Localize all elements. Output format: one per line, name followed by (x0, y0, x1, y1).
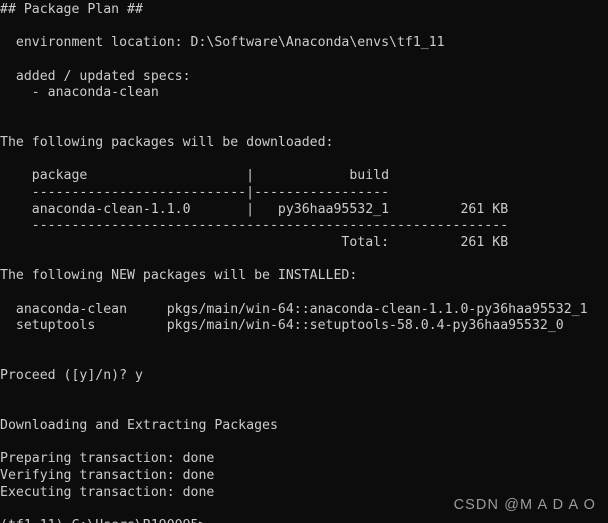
terminal-line: The following NEW packages will be INSTA… (0, 268, 358, 284)
terminal-line: Verifying transaction: done (0, 467, 215, 483)
terminal-line: Proceed ([y]/n)? y (0, 368, 143, 384)
terminal-line: added / updated specs: (0, 68, 191, 84)
command-prompt-line[interactable]: (tf1_11) C:\Users\R190095> (0, 518, 588, 523)
terminal-line: ----------------------------------------… (0, 218, 509, 234)
terminal-line: - anaconda-clean (0, 85, 159, 101)
prompt-text: (tf1_11) C:\Users\R190095> (0, 518, 206, 523)
terminal-line: Total: 261 KB (0, 234, 509, 250)
terminal-window[interactable]: ## Package Plan ## environment location:… (0, 0, 608, 523)
terminal-line: Downloading and Extracting Packages (0, 418, 278, 434)
terminal-line: Preparing transaction: done (0, 451, 215, 467)
terminal-output: ## Package Plan ## environment location:… (0, 2, 588, 523)
terminal-line: environment location: D:\Software\Anacon… (0, 35, 445, 51)
terminal-line: ## Package Plan ## (0, 2, 143, 17)
terminal-line: anaconda-clean-1.1.0 | py36haa95532_1 26… (0, 201, 509, 217)
terminal-line: setuptools pkgs/main/win-64::setuptools-… (0, 318, 564, 334)
terminal-line: anaconda-clean pkgs/main/win-64::anacond… (0, 301, 588, 317)
terminal-line: Executing transaction: done (0, 484, 215, 500)
terminal-line: The following packages will be downloade… (0, 135, 334, 151)
terminal-line: package | build (0, 168, 390, 184)
terminal-line: ---------------------------|------------… (0, 185, 390, 201)
